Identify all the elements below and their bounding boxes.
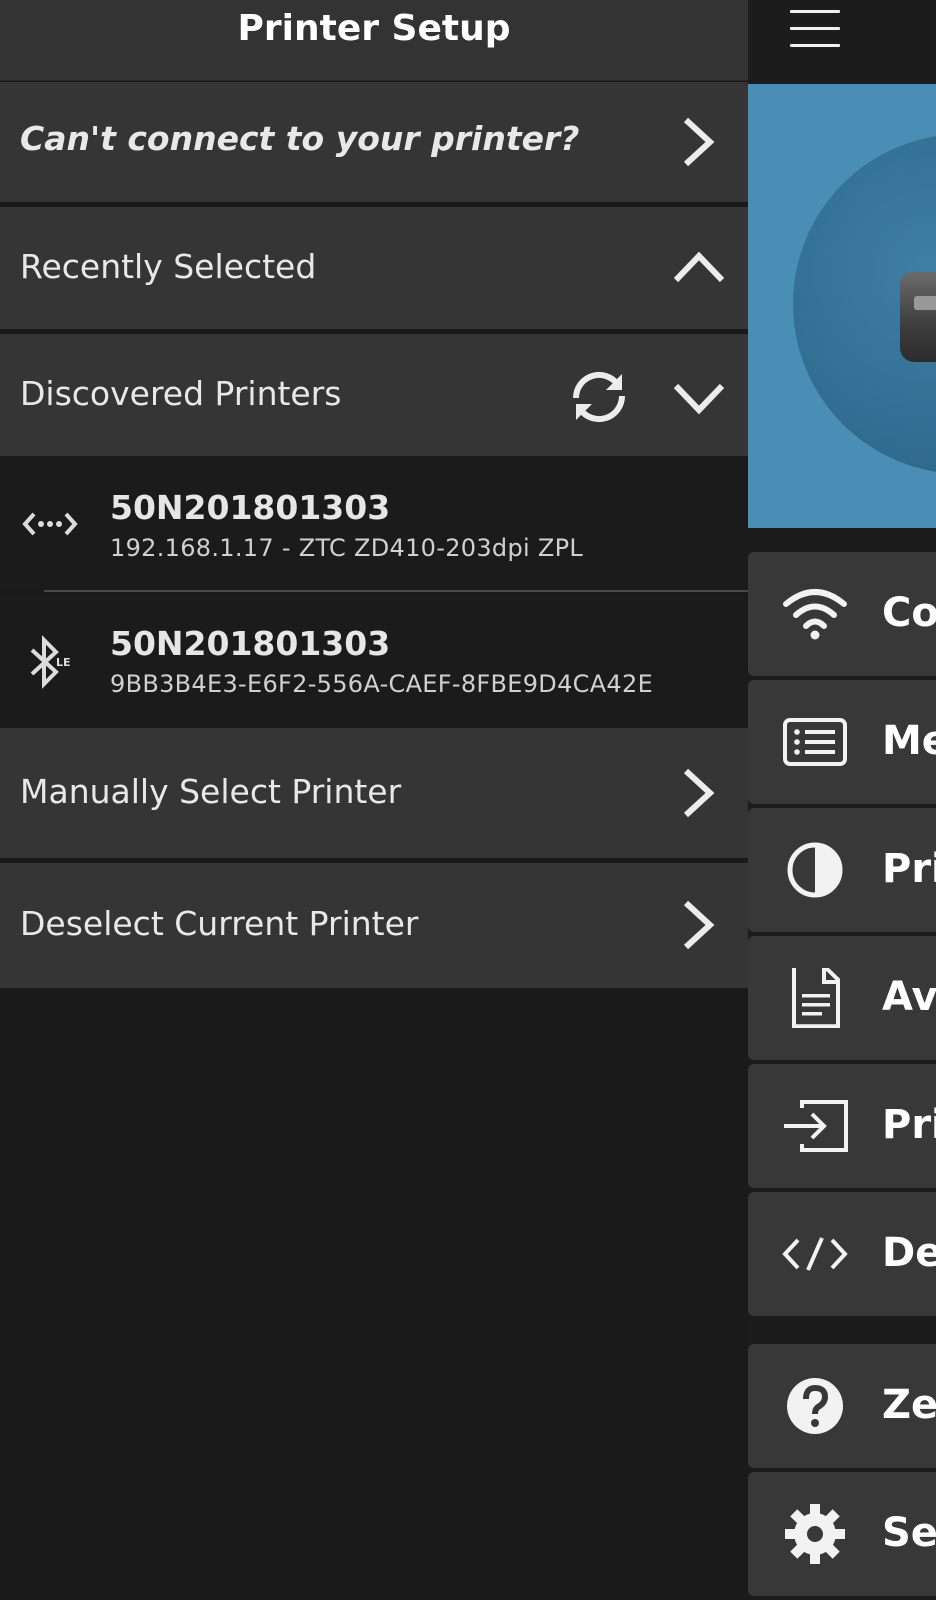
list-icon xyxy=(783,718,847,766)
menu-tile-label: Ava xyxy=(882,974,936,1020)
menu-tile-label: Pri xyxy=(882,1102,936,1148)
cant-connect-row[interactable]: Can't connect to your printer? xyxy=(0,82,748,202)
menu-tile-print[interactable]: Pri xyxy=(748,1064,936,1188)
wifi-icon xyxy=(783,589,847,640)
recently-selected-row[interactable]: Recently Selected xyxy=(0,207,748,329)
divider xyxy=(44,590,748,592)
printer-image xyxy=(900,272,936,362)
screen: Co Me Pri xyxy=(0,0,936,1600)
deselect-current-printer-row[interactable]: Deselect Current Printer xyxy=(0,863,748,988)
menu-tile-connectivity[interactable]: Co xyxy=(748,552,936,676)
menu-tile-settings[interactable]: Se xyxy=(748,1472,936,1596)
menu-tile-label: Se xyxy=(882,1510,936,1556)
menu-tile-label: De xyxy=(882,1230,936,1276)
help-icon xyxy=(787,1378,843,1434)
menu-tile-label: Co xyxy=(882,590,936,636)
code-icon xyxy=(782,1237,848,1271)
manually-select-printer-row[interactable]: Manually Select Printer xyxy=(0,728,748,858)
gear-icon xyxy=(785,1504,845,1564)
menu-tile-label: Me xyxy=(882,718,936,764)
discovered-printers-row[interactable]: Discovered Printers xyxy=(0,334,748,456)
contrast-icon xyxy=(787,842,843,898)
printer-detail: 9BB3B4E3-E6F2-556A-CAEF-8FBE9D4CA42E xyxy=(110,670,654,698)
refresh-icon[interactable] xyxy=(566,368,632,426)
bluetooth-le-badge: LE xyxy=(56,656,71,669)
recently-selected-label: Recently Selected xyxy=(20,247,317,286)
menu-tile-label: Ze xyxy=(882,1382,936,1428)
printer-list-item[interactable]: LE 50N201801303 9BB3B4E3-E6F2-556A-CAEF-… xyxy=(0,596,748,728)
menu-tile-help[interactable]: Ze xyxy=(748,1344,936,1468)
hamburger-menu-icon[interactable] xyxy=(790,8,840,50)
printer-name: 50N201801303 xyxy=(110,488,391,527)
chevron-right-icon xyxy=(683,117,715,167)
cant-connect-label: Can't connect to your printer? xyxy=(20,119,580,158)
printer-hero-image xyxy=(748,84,936,528)
bluetooth-le-icon: LE xyxy=(30,635,71,689)
header-bar: Printer Setup xyxy=(0,0,748,81)
print-to-icon xyxy=(784,1100,848,1152)
menu-tile-media[interactable]: Me xyxy=(748,680,936,804)
chevron-right-icon xyxy=(683,900,715,950)
menu-tile-developer[interactable]: De xyxy=(748,1192,936,1316)
chevron-up-icon xyxy=(674,251,724,283)
menu-tile-label: Pri xyxy=(882,846,936,892)
deselect-printer-label: Deselect Current Printer xyxy=(20,904,419,943)
printer-setup-drawer: Printer Setup Can't connect to your prin… xyxy=(0,0,748,1600)
printer-detail: 192.168.1.17 - ZTC ZD410-203dpi ZPL xyxy=(110,534,584,562)
printer-list-item[interactable]: 50N201801303 192.168.1.17 - ZTC ZD410-20… xyxy=(0,456,748,590)
document-icon xyxy=(792,968,840,1028)
discovered-printers-label: Discovered Printers xyxy=(20,374,342,413)
background-app: Co Me Pri xyxy=(748,0,936,1600)
network-icon xyxy=(22,512,78,536)
menu-tile-print-quality[interactable]: Pri xyxy=(748,808,936,932)
manually-select-label: Manually Select Printer xyxy=(20,772,402,811)
page-title: Printer Setup xyxy=(237,8,511,49)
chevron-right-icon xyxy=(683,768,715,818)
menu-tile-available-files[interactable]: Ava xyxy=(748,936,936,1060)
printer-name: 50N201801303 xyxy=(110,624,391,663)
chevron-down-icon[interactable] xyxy=(674,372,724,422)
